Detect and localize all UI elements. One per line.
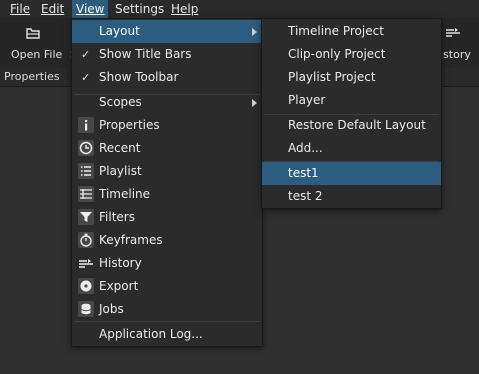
menu-item-add-layout[interactable]: Add... bbox=[262, 137, 441, 160]
history-label: istory bbox=[440, 48, 471, 61]
menu-view-label: View bbox=[76, 2, 105, 16]
menu-item-add-layout-label: Add... bbox=[288, 141, 323, 155]
menu-separator bbox=[74, 321, 260, 322]
menu-item-scopes[interactable]: Scopes bbox=[72, 91, 262, 114]
checkmark-icon: ✓ bbox=[81, 48, 91, 61]
menu-item-timeline-label: Timeline bbox=[99, 187, 151, 201]
menu-item-layout-test1-label: test1 bbox=[288, 166, 319, 180]
history-icon bbox=[446, 28, 460, 37]
menu-item-recent[interactable]: Recent bbox=[72, 137, 262, 160]
menu-item-playlist[interactable]: Playlist bbox=[72, 160, 262, 183]
menu-item-layout[interactable]: Layout bbox=[72, 20, 262, 43]
view-menu: Layout ✓ Show Title Bars ✓ Show Toolbar … bbox=[71, 18, 263, 347]
timeline-icon bbox=[78, 186, 94, 202]
menu-edit-label: Edit bbox=[41, 2, 65, 16]
menu-help[interactable]: Help bbox=[167, 0, 202, 18]
list-icon bbox=[78, 163, 94, 179]
menu-item-layout-test2[interactable]: test 2 bbox=[262, 185, 441, 208]
chevron-right-icon bbox=[252, 28, 257, 36]
menu-item-application-log[interactable]: Application Log... bbox=[72, 323, 262, 346]
menu-item-scopes-label: Scopes bbox=[99, 95, 142, 109]
menu-item-keyframes-label: Keyframes bbox=[99, 233, 163, 247]
menu-item-jobs-label: Jobs bbox=[99, 302, 124, 316]
menu-item-properties[interactable]: Properties bbox=[72, 114, 262, 137]
menu-item-clip-only-project[interactable]: Clip-only Project bbox=[262, 43, 441, 66]
menu-item-properties-label: Properties bbox=[99, 118, 160, 132]
menu-item-recent-label: Recent bbox=[99, 141, 141, 155]
checkmark-icon: ✓ bbox=[81, 71, 91, 84]
menu-item-application-log-label: Application Log... bbox=[99, 327, 203, 341]
history-button[interactable]: istory bbox=[436, 18, 479, 68]
menu-item-restore-default-layout-label: Restore Default Layout bbox=[288, 118, 426, 132]
disc-icon bbox=[78, 278, 94, 294]
menu-bar: File Edit View Settings Help bbox=[0, 0, 479, 18]
tab-properties[interactable]: Properties bbox=[4, 70, 60, 83]
menu-item-jobs[interactable]: Jobs bbox=[72, 298, 262, 321]
database-icon bbox=[78, 301, 94, 317]
menu-item-history[interactable]: History bbox=[72, 252, 262, 275]
chevron-right-icon bbox=[252, 99, 257, 107]
menu-item-layout-test1[interactable]: test1 bbox=[262, 162, 441, 185]
menu-file-label: File bbox=[10, 2, 31, 16]
filter-icon bbox=[78, 209, 94, 225]
menu-view[interactable]: View bbox=[72, 0, 109, 18]
menu-item-playlist-label: Playlist bbox=[99, 164, 142, 178]
menu-settings-label: Settings bbox=[115, 2, 165, 16]
clock-icon bbox=[78, 140, 94, 156]
menu-file[interactable]: File bbox=[6, 0, 34, 18]
menu-item-playlist-project[interactable]: Playlist Project bbox=[262, 66, 441, 89]
layout-submenu: Timeline Project Clip-only Project Playl… bbox=[261, 18, 442, 209]
menu-item-export[interactable]: Export bbox=[72, 275, 262, 298]
menu-item-keyframes[interactable]: Keyframes bbox=[72, 229, 262, 252]
open-file-label: Open File bbox=[11, 48, 63, 61]
menu-item-timeline-project-label: Timeline Project bbox=[288, 24, 384, 38]
menu-item-show-toolbar-label: Show Toolbar bbox=[99, 70, 179, 84]
menu-item-clip-only-project-label: Clip-only Project bbox=[288, 47, 386, 61]
menu-item-export-label: Export bbox=[99, 279, 139, 293]
info-icon bbox=[78, 117, 94, 133]
menu-item-timeline[interactable]: Timeline bbox=[72, 183, 262, 206]
menu-item-show-title-bars-label: Show Title Bars bbox=[99, 47, 192, 61]
menu-item-player-label: Player bbox=[288, 93, 326, 107]
menu-item-layout-label: Layout bbox=[99, 24, 140, 38]
menu-item-history-label: History bbox=[99, 256, 142, 270]
menu-edit[interactable]: Edit bbox=[37, 0, 68, 18]
menu-item-playlist-project-label: Playlist Project bbox=[288, 70, 376, 84]
menu-item-timeline-project[interactable]: Timeline Project bbox=[262, 20, 441, 43]
menu-item-restore-default-layout[interactable]: Restore Default Layout bbox=[262, 114, 441, 137]
stopwatch-icon bbox=[78, 232, 94, 248]
menu-item-player[interactable]: Player bbox=[262, 89, 441, 112]
menu-item-filters-label: Filters bbox=[99, 210, 135, 224]
history-icon bbox=[78, 255, 94, 271]
menu-item-filters[interactable]: Filters bbox=[72, 206, 262, 229]
menu-help-label: Help bbox=[171, 2, 199, 16]
menu-item-show-toolbar[interactable]: ✓ Show Toolbar bbox=[72, 66, 262, 89]
menu-item-layout-test2-label: test 2 bbox=[288, 189, 323, 203]
folder-icon bbox=[26, 28, 40, 39]
menu-item-show-title-bars[interactable]: ✓ Show Title Bars bbox=[72, 43, 262, 66]
open-file-button[interactable]: Open File bbox=[8, 18, 63, 68]
menu-settings[interactable]: Settings bbox=[111, 0, 168, 18]
